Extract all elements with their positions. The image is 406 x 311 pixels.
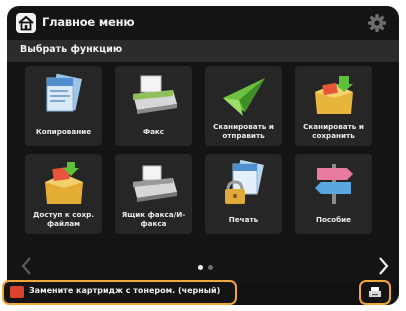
fax-inbox-icon [133, 165, 177, 202]
status-message-button[interactable]: Замените картридж с тонером. (черный) [2, 280, 237, 305]
tile-stored-files[interactable]: Доступ к сохр. файлам [25, 154, 102, 234]
gear-icon[interactable] [367, 13, 387, 33]
tile-label: Копирование [35, 126, 92, 136]
tile-label: Факс [142, 126, 165, 136]
scan-send-icon [223, 78, 265, 116]
tile-scan-store[interactable]: Сканировать и сохранить [295, 66, 372, 146]
stored-files-icon [45, 162, 83, 204]
fax-icon [133, 75, 177, 114]
status-monitor-icon [369, 287, 381, 297]
tile-label: Сканировать и отправить [213, 122, 274, 140]
function-subbar: Выбрать функцию [7, 40, 399, 62]
control-panel-screen: Главное меню Выбрать функцию Копирование… [7, 6, 399, 305]
home-icon[interactable] [16, 13, 36, 33]
tile-copy[interactable]: Копирование [25, 66, 102, 146]
tile-fax-inbox[interactable]: Ящик факса/И-факса [115, 154, 192, 234]
tile-label: Печать [228, 214, 259, 224]
secure-print-icon [225, 160, 264, 204]
previous-page-button[interactable] [19, 255, 33, 277]
copy-icon [46, 73, 83, 112]
page-dot-active [198, 265, 203, 270]
next-page-button[interactable] [377, 255, 391, 277]
tile-label: Пособие [315, 214, 352, 224]
tile-label: Доступ к сохр. файлам [32, 210, 94, 228]
page-dot [208, 265, 213, 270]
tile-label: Сканировать и сохранить [303, 122, 364, 140]
tile-fax[interactable]: Факс [115, 66, 192, 146]
tile-print[interactable]: Печать [205, 154, 282, 234]
tile-label: Ящик факса/И-факса [121, 210, 186, 228]
status-message: Замените картридж с тонером. (черный) [29, 286, 221, 295]
tile-scan-send[interactable]: Сканировать и отправить [205, 66, 282, 146]
header-bar: Главное меню [7, 6, 399, 40]
alert-icon [10, 286, 24, 298]
page-title: Главное меню [42, 15, 135, 29]
page-indicator [198, 265, 222, 271]
select-function-label: Выбрать функцию [20, 44, 123, 55]
status-monitor-button[interactable] [359, 280, 391, 305]
tile-tutorial[interactable]: Пособие [295, 154, 372, 234]
tutorial-icon [315, 164, 353, 204]
scan-store-icon [315, 76, 353, 114]
